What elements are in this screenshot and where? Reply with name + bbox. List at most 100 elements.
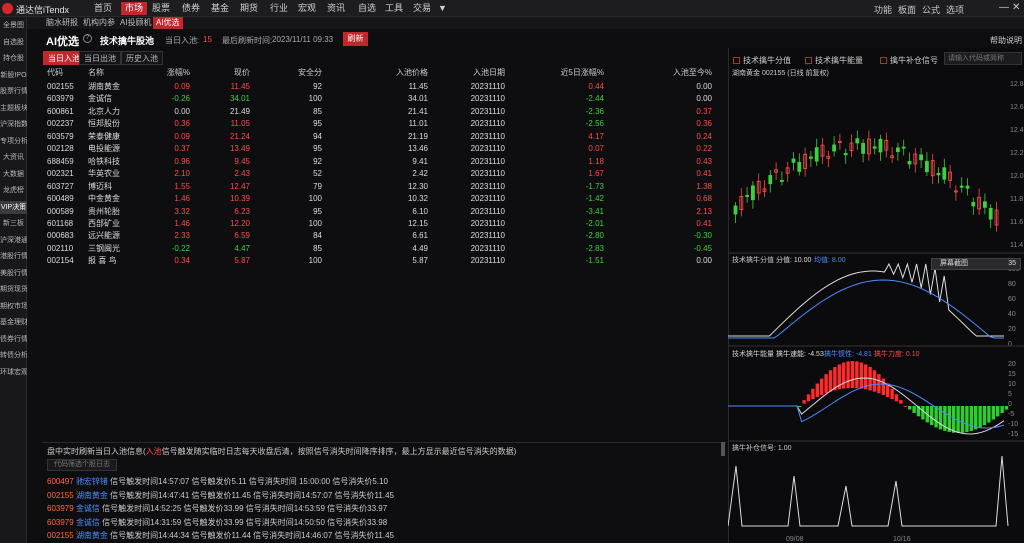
log-entry[interactable]: 600497 驰宏锌锗 信号触发时间14:57:07 信号触发价5.11 信号消… bbox=[47, 476, 388, 487]
left-nav-item[interactable]: 港股行情 bbox=[0, 250, 27, 263]
refresh-button[interactable]: 刷新 bbox=[343, 32, 368, 46]
menu-item[interactable]: 宏观 bbox=[294, 2, 320, 15]
candlesticks bbox=[733, 130, 999, 232]
cell-inprice: 9.41 bbox=[412, 156, 428, 166]
pool-tab[interactable]: 当日出池 bbox=[79, 51, 121, 65]
column-header[interactable]: 涨幅% bbox=[130, 67, 190, 78]
menu-item[interactable]: 工具 bbox=[381, 2, 407, 15]
left-nav-item[interactable]: 基金理财 bbox=[0, 316, 27, 329]
left-nav-item[interactable]: 美股行情 bbox=[0, 267, 27, 280]
energy-bar bbox=[969, 406, 973, 431]
log-entry[interactable]: 603979 金诚信 信号触发时间14:52:25 信号触发价33.99 信号消… bbox=[47, 503, 387, 514]
sub-tab[interactable]: AI优选 bbox=[153, 17, 183, 29]
menu-item[interactable]: 行业 bbox=[266, 2, 292, 15]
candle-body bbox=[768, 175, 773, 185]
table-row[interactable]: 603979 金诚信 -0.26 34.01 100 34.01 20231110 -2.44… bbox=[42, 92, 722, 105]
left-nav-item[interactable]: 主题板块 bbox=[0, 102, 27, 115]
sub-tab[interactable]: 机构内参 bbox=[80, 17, 118, 29]
help-link[interactable]: 帮助说明 bbox=[990, 35, 1022, 46]
table-row[interactable]: 002155 湖南黄金 0.09 11.45 92 11.45 20231110 0.44 0.… bbox=[42, 80, 722, 93]
left-nav-item[interactable]: 股票行情 bbox=[0, 85, 27, 98]
table-row[interactable]: 600861 北京人力 0.00 21.49 85 21.41 20231110 -2.36 0… bbox=[42, 105, 722, 118]
sub-tab[interactable]: AI投顾机 bbox=[117, 17, 155, 29]
left-nav-item[interactable]: 自选股 bbox=[0, 36, 27, 49]
table-row[interactable]: 688459 哈铁科技 0.96 9.45 92 9.41 20231110 1.18 0.43 bbox=[42, 155, 722, 168]
right-menu-item[interactable]: 选项 bbox=[946, 3, 964, 16]
menu-item[interactable]: 期货 bbox=[236, 2, 262, 15]
table-row[interactable]: 000589 贵州轮胎 3.32 6.23 95 6.10 20231110 -3.41 2.1… bbox=[42, 205, 722, 218]
left-nav-item[interactable]: 期权市场 bbox=[0, 300, 27, 313]
checkbox-icon[interactable] bbox=[805, 57, 812, 64]
right-menu-item[interactable]: 板面 bbox=[898, 3, 916, 16]
left-nav-item[interactable]: 龙虎榜 bbox=[0, 184, 27, 197]
table-row[interactable]: 002128 电投能源 0.37 13.49 95 13.46 20231110 0.07 0.… bbox=[42, 142, 722, 155]
candle-body bbox=[791, 158, 796, 163]
menu-item[interactable]: 债券 bbox=[178, 2, 204, 15]
table-row[interactable]: 002321 华英农业 2.10 2.43 52 2.42 20231110 1.67 0.41 bbox=[42, 167, 722, 180]
table-row[interactable]: 000683 远兴能源 2.33 6.59 84 6.61 20231110 -2.80 -0.… bbox=[42, 229, 722, 242]
left-nav-item[interactable]: 转债分析 bbox=[0, 349, 27, 362]
table-row[interactable]: 002110 三钢闽光 -0.22 4.47 85 4.49 20231110 -2.83 -0… bbox=[42, 242, 722, 255]
indicator-checkbox[interactable]: 技术擒牛能量 bbox=[805, 55, 863, 66]
left-nav-item[interactable]: 新三板 bbox=[0, 217, 27, 230]
left-nav-item[interactable]: 债券行情 bbox=[0, 333, 27, 346]
close-icon[interactable]: ✕ bbox=[1012, 2, 1020, 13]
column-header[interactable]: 近5日涨幅% bbox=[544, 67, 604, 78]
right-menu-item[interactable]: 公式 bbox=[922, 3, 940, 16]
left-nav-item[interactable]: 环球宏观 bbox=[0, 366, 27, 379]
log-entry[interactable]: 603979 金诚信 信号触发时间14:31:59 信号触发价33.99 信号消… bbox=[47, 517, 387, 528]
cell-d5: 0.07 bbox=[588, 144, 604, 154]
column-header[interactable]: 入池至今% bbox=[652, 67, 712, 78]
energy-bar bbox=[974, 406, 978, 430]
left-nav-item[interactable]: VIP决策 bbox=[0, 200, 27, 214]
indicator-charts: 湖南黄金 002155 (日线 前复权) 12.8 12.6 12.4 12.2 12.… bbox=[728, 68, 1024, 543]
column-header[interactable]: 名称 bbox=[88, 67, 104, 78]
left-nav-item[interactable]: 大资讯 bbox=[0, 151, 27, 164]
table-row[interactable]: 600489 中金黄金 1.46 10.39 100 10.32 20231110 -1.42… bbox=[42, 192, 722, 205]
menu-dropdown-icon[interactable]: ▼ bbox=[434, 2, 451, 15]
info-icon[interactable]: ? bbox=[83, 34, 92, 43]
log-filter-button[interactable]: 代码筛选个股日志 bbox=[47, 459, 117, 471]
left-nav-item[interactable]: 沪深指数 bbox=[0, 118, 27, 131]
menu-item[interactable]: 自选 bbox=[354, 2, 380, 15]
checkbox-icon[interactable] bbox=[733, 57, 740, 64]
left-nav-item[interactable]: 沪深港通 bbox=[0, 234, 27, 247]
menu-item[interactable]: 市场 bbox=[121, 2, 148, 15]
column-header[interactable]: 代码 bbox=[47, 67, 63, 78]
column-header[interactable]: 入池价格 bbox=[368, 67, 428, 78]
checkbox-icon[interactable] bbox=[880, 57, 887, 64]
left-nav-item[interactable]: 大数据 bbox=[0, 168, 27, 181]
cell-inprice: 21.19 bbox=[407, 131, 428, 141]
menu-item[interactable]: 交易 bbox=[409, 2, 435, 15]
menu-item[interactable]: 股票 bbox=[148, 2, 174, 15]
menu-item[interactable]: 资讯 bbox=[323, 2, 349, 15]
column-header[interactable]: 安全分 bbox=[262, 67, 322, 78]
minimize-icon[interactable]: — bbox=[999, 2, 1009, 13]
indicator-checkbox[interactable]: 擒牛补仓信号 bbox=[880, 55, 938, 66]
left-nav-item[interactable]: 期货现货 bbox=[0, 283, 27, 296]
sub-tab[interactable]: 脑水研报 bbox=[43, 17, 81, 29]
log-scrollbar[interactable] bbox=[721, 442, 725, 456]
context-menu-screenshot[interactable]: 屏幕截图 bbox=[940, 260, 968, 267]
right-menu-item[interactable]: 功能 bbox=[874, 3, 892, 16]
column-header[interactable]: 现价 bbox=[190, 67, 250, 78]
log-entry[interactable]: 002155 湖南黄金 信号触发时间14:44:34 信号触发价11.44 信号… bbox=[47, 530, 394, 541]
table-row[interactable]: 002237 恒邦股份 0.36 11.05 95 11.01 20231110 -2.56 0… bbox=[42, 117, 722, 130]
menu-item[interactable]: 基金 bbox=[207, 2, 233, 15]
table-row[interactable]: 603579 荣泰健康 0.09 21.24 94 21.19 20231110 4.17 0.… bbox=[42, 130, 722, 143]
pool-tab[interactable]: 历史入池 bbox=[121, 51, 163, 65]
menu-item[interactable]: 首页 bbox=[90, 2, 116, 15]
left-nav-item[interactable]: 持仓股 bbox=[0, 52, 27, 65]
log-entry[interactable]: 002155 湖南黄金 信号触发时间14:47:41 信号触发价11.45 信号… bbox=[47, 490, 394, 501]
indicator-checkbox[interactable]: 技术擒牛分值 bbox=[733, 55, 791, 66]
table-row[interactable]: 603727 博迈科 1.55 12.47 79 12.30 20231110 -1.73 1.… bbox=[42, 180, 722, 193]
table-row[interactable]: 002154 报 喜 鸟 0.34 5.87 100 5.87 20231110 -1.51 0… bbox=[42, 254, 722, 267]
left-nav-item[interactable]: 新股IPO bbox=[0, 69, 27, 82]
left-nav-item[interactable]: 全景图 bbox=[0, 19, 27, 32]
column-header[interactable]: 入池日期 bbox=[445, 67, 505, 78]
code-search-input[interactable]: 请输入代码或简称 bbox=[944, 52, 1022, 65]
table-row[interactable]: 601168 西部矿业 1.46 12.20 100 12.15 20231110 -2.01… bbox=[42, 217, 722, 230]
context-menu[interactable]: 屏幕截图 35 bbox=[931, 258, 1021, 270]
cell-price: 6.59 bbox=[234, 231, 250, 241]
left-nav-item[interactable]: 专项分析 bbox=[0, 135, 27, 148]
